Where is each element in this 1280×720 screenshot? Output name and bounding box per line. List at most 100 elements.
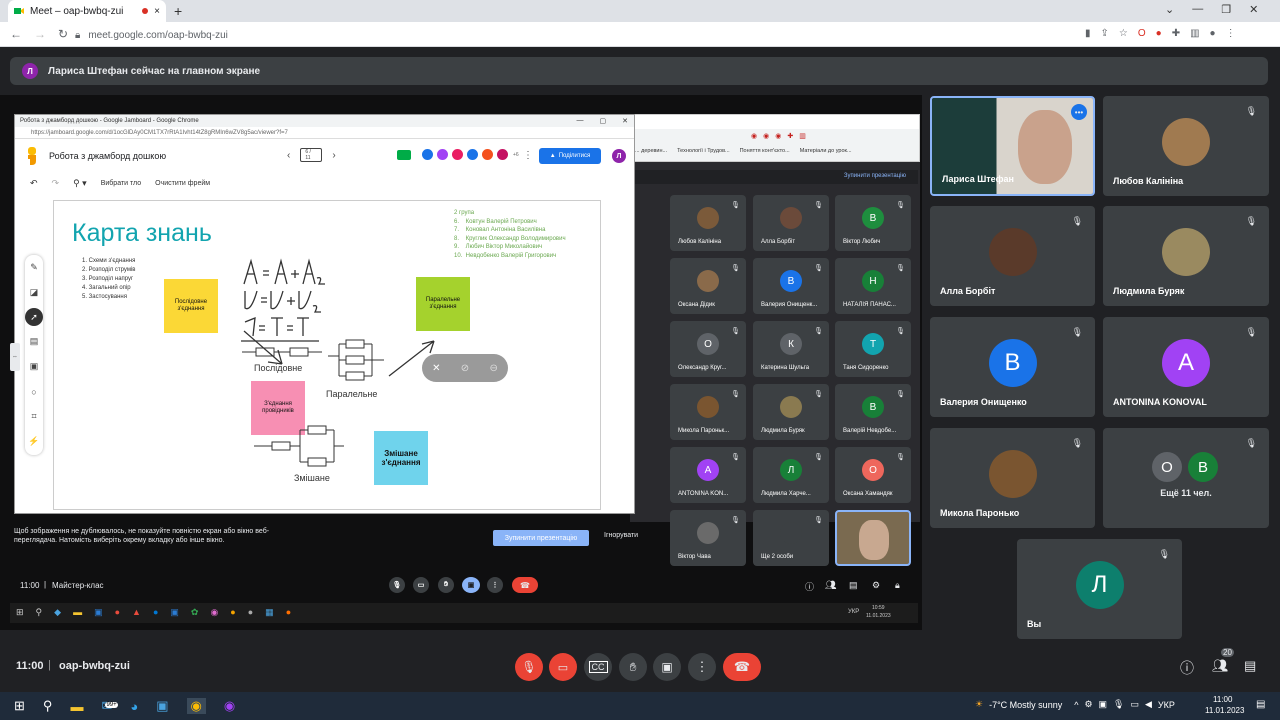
new-tab-button[interactable]: + (174, 3, 182, 19)
store-icon[interactable]: ▣ (156, 698, 168, 714)
participant-tile[interactable]: 🎙︎ Микола Паронько (930, 428, 1095, 528)
inner-hand-icon[interactable]: ✋︎ (438, 577, 454, 593)
inner-self-view[interactable] (835, 510, 911, 566)
pen-icon[interactable]: ✎ (25, 255, 43, 280)
ignore-button[interactable]: Ігнорувати (604, 532, 638, 539)
next-frame-icon[interactable]: › (332, 150, 335, 161)
user-avatar[interactable]: Л (612, 149, 626, 163)
start-icon[interactable]: ⊞ (14, 698, 25, 714)
sticky-parallel[interactable]: Паралельне з'єднання (416, 277, 470, 331)
url-field[interactable]: 🔒︎ meet.google.com/oap-bwbq-zui (75, 27, 1075, 43)
tray-language[interactable]: УКР (1158, 700, 1175, 710)
jamboard-more-icon[interactable]: ⋮ (523, 150, 533, 161)
participant-tile[interactable]: 🎙︎ Л Вы (1017, 539, 1182, 639)
side-panel-icon[interactable]: ▥ (1190, 28, 1199, 39)
adblock-extension-icon[interactable]: ● (1156, 28, 1162, 39)
search-icon[interactable]: ⚲ (43, 698, 53, 714)
tray-network-icon[interactable]: ▭ (1130, 699, 1139, 710)
more-options-button[interactable]: ⋮ (688, 653, 716, 681)
remove-icon[interactable]: ⊖ (489, 363, 497, 374)
tab-close-icon[interactable]: × (154, 6, 160, 17)
captions-button[interactable]: CC (584, 653, 612, 681)
window-controls[interactable]: ⌄ — ❐ ✕ (1165, 3, 1258, 16)
tray-time[interactable]: 11:00 (1213, 695, 1232, 704)
inner-participant-tile[interactable]: 🎙︎ Микола Пароньк... (670, 384, 746, 440)
raise-hand-button[interactable]: ✋︎ (619, 653, 647, 681)
zoom-icon[interactable]: ⚲ ▾ (73, 178, 87, 189)
circle-icon[interactable]: ○ (25, 379, 43, 404)
redo-icon[interactable]: ↷ (52, 178, 60, 189)
reload-icon[interactable]: ↻ (58, 27, 68, 41)
inner-participant-tile[interactable]: 🎙︎ Любов Калініна (670, 195, 746, 251)
close-icon[interactable]: ✕ (622, 117, 628, 125)
participant-tile[interactable]: 🎙︎ В Валерия Онищенко (930, 317, 1095, 417)
select-icon[interactable]: ➚ (25, 308, 43, 326)
inner-more-icon[interactable]: ⋮ (487, 577, 503, 593)
inner-participant-tile[interactable]: 🎙︎ Л Людмила Харче... (753, 447, 829, 503)
image-icon[interactable]: ▣ (25, 354, 43, 379)
inner-activities-icon[interactable]: ⚙ (872, 580, 880, 591)
inner-participant-tile[interactable]: 🎙︎ В Валерия Онищенк... (753, 258, 829, 314)
inner-participant-tile[interactable]: 🎙︎ О Оксана Хамандяк (835, 447, 911, 503)
inner-info-icon[interactable]: ⓘ (805, 580, 814, 593)
inner-participant-tile[interactable]: 🎙︎ Оксана Дідик (670, 258, 746, 314)
tray-date[interactable]: 11.01.2023 (1205, 706, 1244, 715)
inner-lock-icon[interactable]: 🔒︎ (895, 580, 900, 591)
opera-extension-icon[interactable]: O (1138, 28, 1146, 39)
camera-permission-icon[interactable]: ▮ (1085, 28, 1091, 39)
clear-frame-button[interactable]: Очистити фрейм (155, 180, 210, 187)
minimize-icon[interactable]: — (1192, 3, 1203, 16)
inner-participant-tile[interactable]: 🎙︎ Людмила Буряк (753, 384, 829, 440)
inner-participant-tile[interactable]: 🎙︎ Ще 2 особи (753, 510, 829, 566)
mail-icon[interactable]: ✉99+ (101, 698, 118, 714)
notification-icon[interactable]: ▤ (1256, 699, 1265, 710)
restore-icon[interactable]: ❐ (1221, 3, 1231, 16)
camera-off-button[interactable]: ▭ (549, 653, 577, 681)
inner-participant-tile[interactable]: 🎙︎ О Олександр Круг... (670, 321, 746, 377)
pin-off-icon[interactable]: ✕ (432, 363, 440, 374)
tab-list-icon[interactable]: ⌄ (1165, 3, 1174, 16)
inner-participant-tile[interactable]: 🎙︎ В Валерій Невдобе... (835, 384, 911, 440)
inner-participant-tile[interactable]: 🎙︎ А ANTONINA KON... (670, 447, 746, 503)
eraser-icon[interactable]: ◪ (25, 280, 43, 305)
inner-participant-tile[interactable]: 🎙︎ Алла Борбіт (753, 195, 829, 251)
more-collaborators[interactable]: +6 (513, 152, 519, 158)
forward-icon[interactable]: → (34, 27, 46, 41)
weather-text[interactable]: -7°C Mostly sunny (989, 700, 1062, 710)
inner-people-icon[interactable]: 👥︎ (825, 580, 836, 591)
more-options-icon[interactable]: ••• (1071, 104, 1087, 120)
share-icon[interactable]: ⇪ (1101, 28, 1109, 39)
inner-chat-icon[interactable]: ▤ (849, 580, 858, 591)
inner-mic-icon[interactable]: 🎙︎ (389, 577, 405, 593)
tray-volume-icon[interactable]: ◀︎ (1145, 699, 1152, 710)
frame-counter[interactable]: 6 / 11 (300, 148, 323, 162)
bookmark-star-icon[interactable]: ☆ (1119, 28, 1128, 39)
tray-app-icon[interactable]: ▣ (1099, 699, 1108, 710)
inner-camera-icon[interactable]: ▭ (413, 577, 429, 593)
inner-participant-tile[interactable]: 🎙︎ К Катерина Шульга (753, 321, 829, 377)
weather-icon[interactable]: ☀ (975, 699, 983, 710)
present-button[interactable]: ▣ (653, 653, 681, 681)
jamboard-url-bar[interactable]: https://jamboard.google.com/d/1ocGlDAy0C… (15, 127, 634, 139)
jamboard-doc-title[interactable]: Робота з джамборд дошкою (49, 151, 166, 161)
puzzle-extensions-icon[interactable]: ✚ (1172, 28, 1180, 39)
side-handle-icon[interactable]: ⇔ (10, 343, 20, 371)
chat-icon[interactable]: ▤ (1244, 658, 1256, 674)
back-icon[interactable]: ← (10, 27, 22, 41)
info-icon[interactable]: ⓘ (1180, 658, 1194, 678)
meet-icon[interactable] (397, 149, 411, 160)
text-box-icon[interactable]: ⌗ (25, 404, 43, 429)
edge-icon[interactable]: ◕ (130, 699, 138, 714)
inner-participant-tile[interactable]: 🎙︎ Н НАТАЛІЯ ПАНАС... (835, 258, 911, 314)
sticky-note-icon[interactable]: ▤ (25, 329, 43, 354)
inner-participant-tile[interactable]: 🎙︎ Віктор Чава (670, 510, 746, 566)
participant-tile[interactable]: ••• Лариса Штефан (930, 96, 1095, 196)
mic-off-button[interactable]: 🎙︎ (515, 653, 543, 681)
inner-participant-tile[interactable]: 🎙︎ Т Таня Сидоренко (835, 321, 911, 377)
file-explorer-icon[interactable]: ▬ (70, 699, 83, 714)
mute-icon[interactable]: ⊘ (461, 363, 469, 374)
share-button[interactable]: ▲ Поділитися (539, 148, 601, 164)
participant-tile[interactable]: 🎙︎ Людмила Буряк (1103, 206, 1269, 306)
participant-tile[interactable]: 🎙︎ A ANTONINA KONOVAL (1103, 317, 1269, 417)
laser-icon[interactable]: ⚡ (25, 429, 43, 454)
